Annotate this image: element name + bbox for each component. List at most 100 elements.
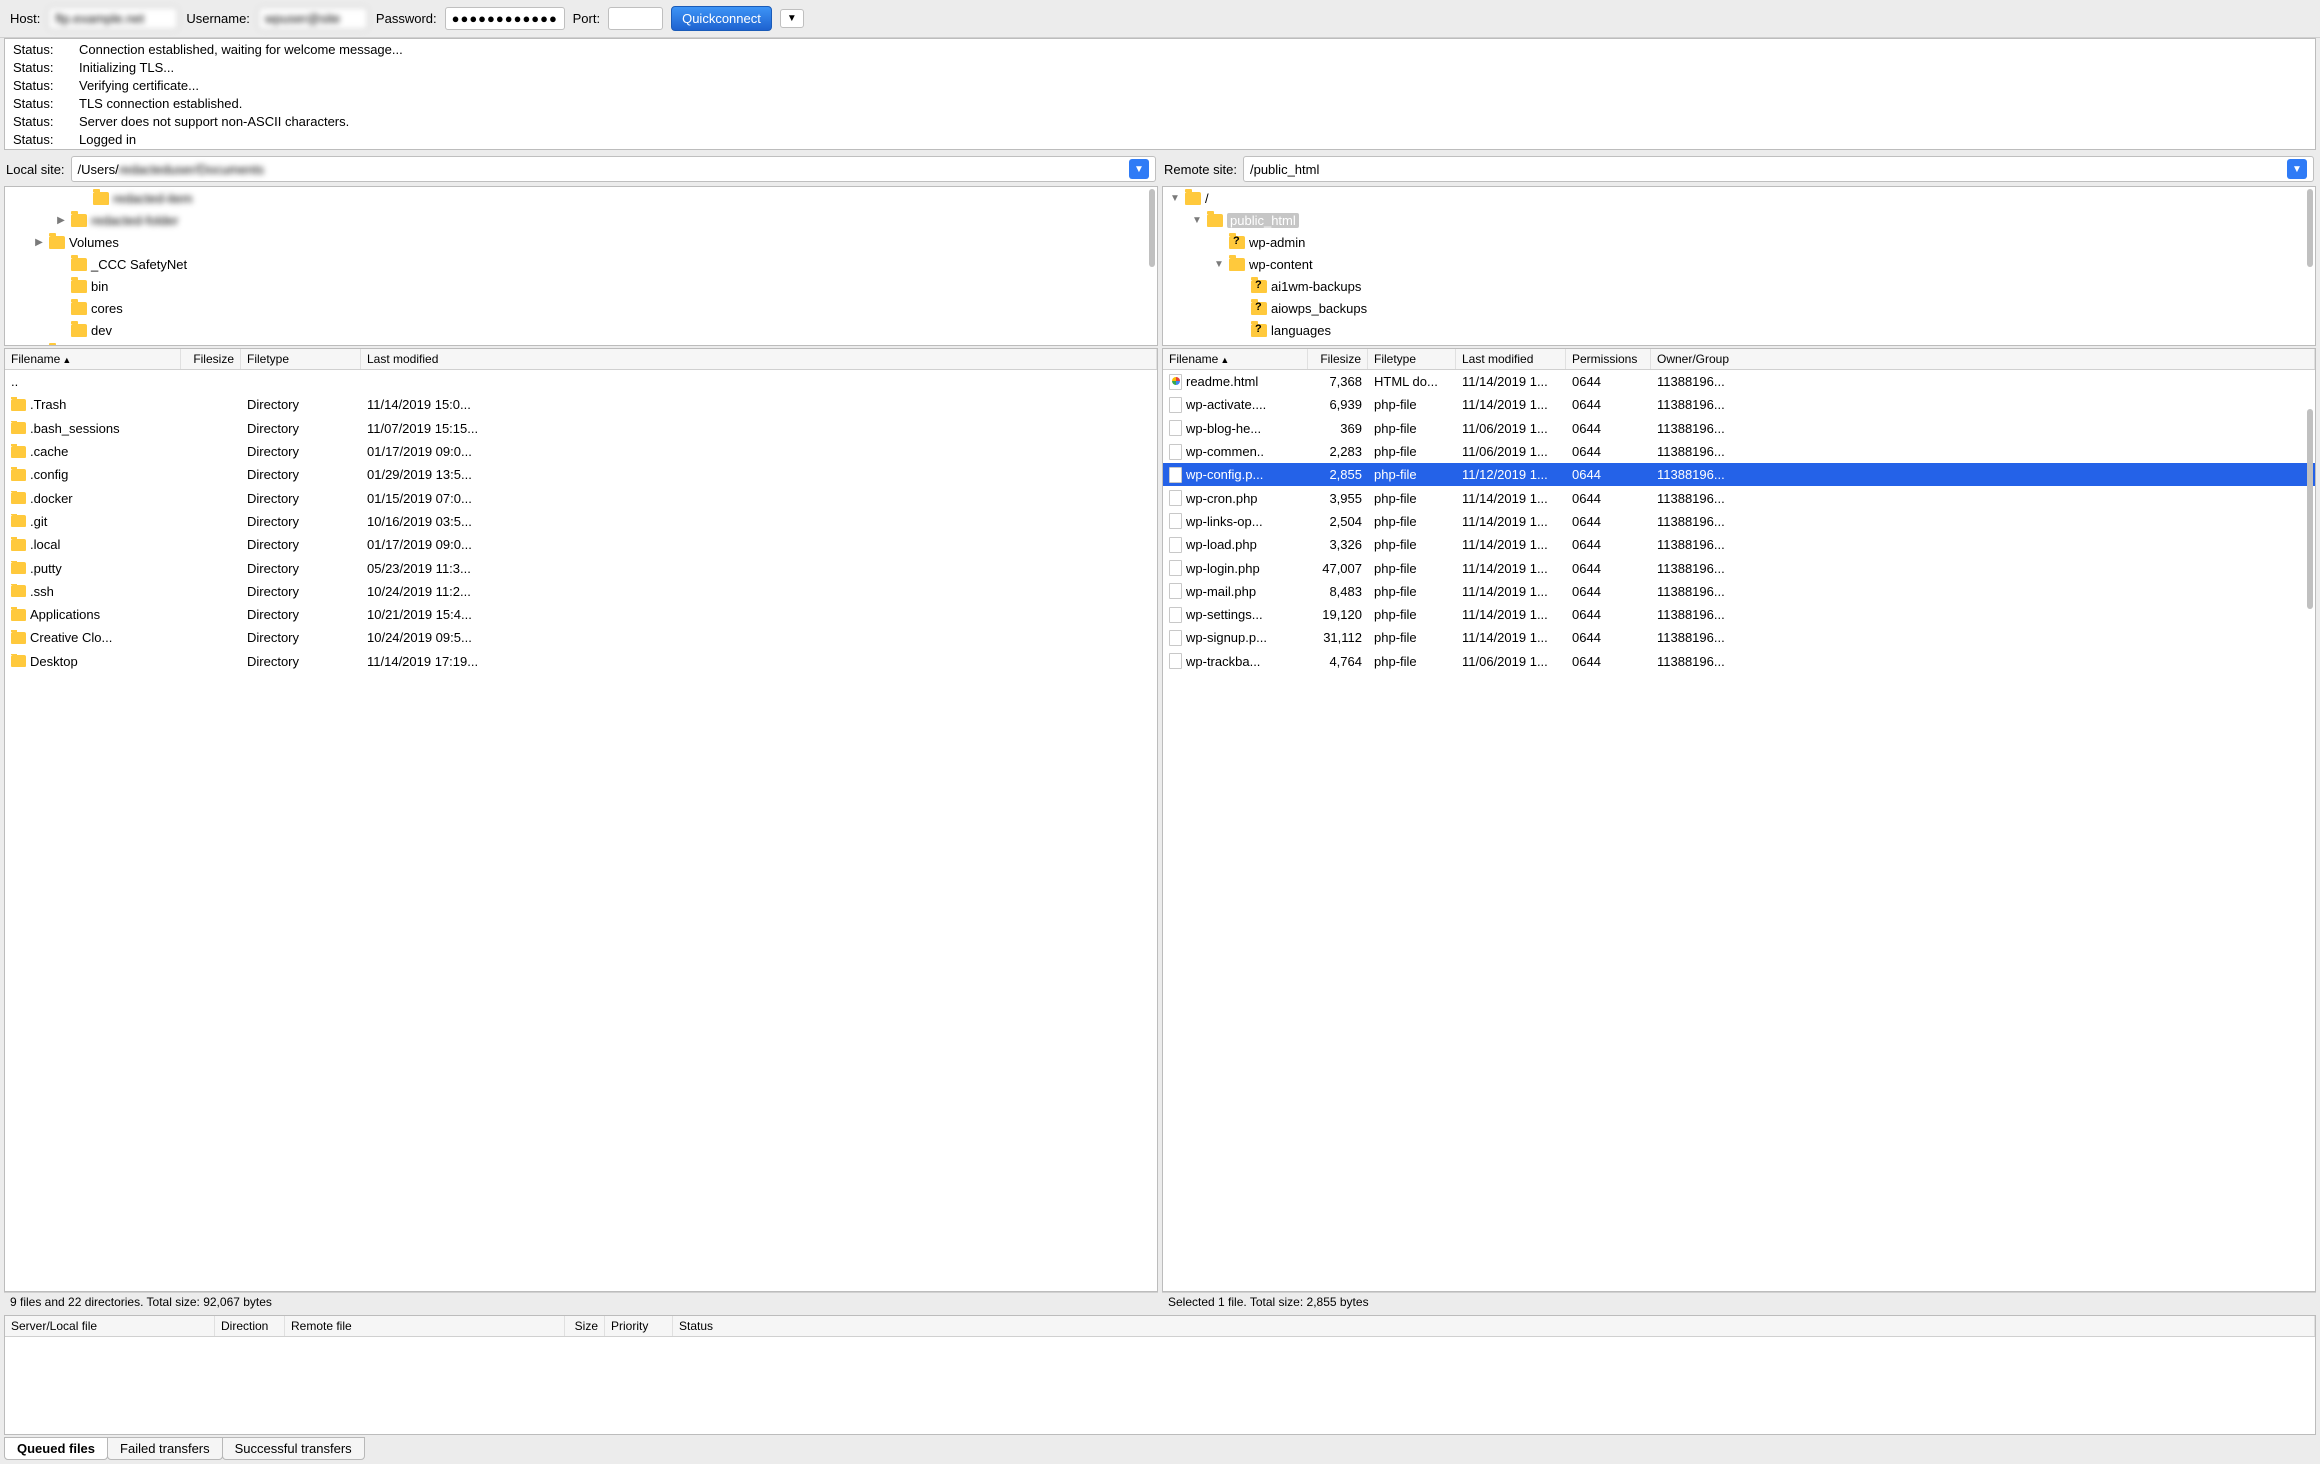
col-filesize[interactable]: Filesize <box>1308 349 1368 369</box>
file-row[interactable]: .puttyDirectory05/23/2019 11:3... <box>5 556 1157 579</box>
disclosure-triangle-icon[interactable] <box>55 324 67 336</box>
file-row[interactable]: readme.html7,368HTML do...11/14/2019 1..… <box>1163 370 2315 393</box>
tab-queued-files[interactable]: Queued files <box>4 1437 108 1460</box>
col-size[interactable]: Size <box>565 1316 605 1336</box>
chevron-down-icon[interactable]: ▼ <box>1129 159 1149 179</box>
file-row[interactable]: .cacheDirectory01/17/2019 09:0... <box>5 440 1157 463</box>
tree-item[interactable]: languages <box>1163 319 2315 341</box>
file-row[interactable]: .. <box>5 370 1157 393</box>
scrollbar[interactable] <box>1149 189 1155 267</box>
col-filetype[interactable]: Filetype <box>1368 349 1456 369</box>
disclosure-triangle-icon[interactable] <box>55 302 67 314</box>
file-name: wp-load.php <box>1186 537 1257 552</box>
tree-item[interactable]: redacted-item <box>5 187 1157 209</box>
col-direction[interactable]: Direction <box>215 1316 285 1336</box>
port-input[interactable] <box>608 7 663 30</box>
tree-item[interactable]: ▼wp-content <box>1163 253 2315 275</box>
disclosure-triangle-icon[interactable] <box>77 192 89 204</box>
file-row[interactable]: DesktopDirectory11/14/2019 17:19... <box>5 650 1157 673</box>
file-row[interactable]: wp-login.php47,007php-file11/14/2019 1..… <box>1163 556 2315 579</box>
disclosure-triangle-icon[interactable]: ▶ <box>55 214 67 226</box>
tree-item[interactable]: bin <box>5 275 1157 297</box>
col-remote-file[interactable]: Remote file <box>285 1316 565 1336</box>
local-dir-tree[interactable]: redacted-item▶redacted-folder▶Volumes_CC… <box>4 186 1158 346</box>
file-row[interactable]: wp-activate....6,939php-file11/14/2019 1… <box>1163 393 2315 416</box>
file-row[interactable]: .configDirectory01/29/2019 13:5... <box>5 463 1157 486</box>
col-server-local[interactable]: Server/Local file <box>5 1316 215 1336</box>
file-row[interactable]: .TrashDirectory11/14/2019 15:0... <box>5 393 1157 416</box>
file-row[interactable]: wp-settings...19,120php-file11/14/2019 1… <box>1163 603 2315 626</box>
quickconnect-button[interactable]: Quickconnect <box>671 6 772 31</box>
file-row[interactable]: wp-trackba...4,764php-file11/06/2019 1..… <box>1163 650 2315 673</box>
local-path-combo[interactable]: /Users/redacteduser/Documents ▼ <box>71 156 1156 182</box>
tab-successful-transfers[interactable]: Successful transfers <box>222 1437 365 1460</box>
tree-item[interactable]: ▼/ <box>1163 187 2315 209</box>
col-permissions[interactable]: Permissions <box>1566 349 1651 369</box>
username-input[interactable] <box>258 7 368 30</box>
file-row[interactable]: wp-load.php3,326php-file11/14/2019 1...0… <box>1163 533 2315 556</box>
connection-bar: Host: Username: Password: Port: Quickcon… <box>0 0 2320 38</box>
file-type: Directory <box>241 514 361 529</box>
local-file-list[interactable]: Filename▲ Filesize Filetype Last modifie… <box>4 348 1158 1292</box>
file-row[interactable]: .sshDirectory10/24/2019 11:2... <box>5 580 1157 603</box>
tree-item[interactable]: ▶Volumes <box>5 231 1157 253</box>
disclosure-triangle-icon[interactable] <box>1235 302 1247 314</box>
tree-item[interactable]: ▶etc <box>5 341 1157 346</box>
tree-item[interactable]: cores <box>5 297 1157 319</box>
disclosure-triangle-icon[interactable]: ▼ <box>1191 214 1203 226</box>
tree-item[interactable]: ▼public_html <box>1163 209 2315 231</box>
scrollbar[interactable] <box>2307 189 2313 267</box>
col-ownergroup[interactable]: Owner/Group <box>1651 349 2315 369</box>
file-row[interactable]: .gitDirectory10/16/2019 03:5... <box>5 510 1157 533</box>
col-filetype[interactable]: Filetype <box>241 349 361 369</box>
disclosure-triangle-icon[interactable] <box>1235 280 1247 292</box>
remote-dir-tree[interactable]: ▼/▼public_htmlwp-admin▼wp-contentai1wm-b… <box>1162 186 2316 346</box>
tree-item[interactable]: _CCC SafetyNet <box>5 253 1157 275</box>
file-permissions: 0644 <box>1566 584 1651 599</box>
file-row[interactable]: wp-cron.php3,955php-file11/14/2019 1...0… <box>1163 486 2315 509</box>
host-label: Host: <box>10 11 40 26</box>
col-filename[interactable]: Filename▲ <box>1163 349 1308 369</box>
file-row[interactable]: Creative Clo...Directory10/24/2019 09:5.… <box>5 626 1157 649</box>
password-input[interactable] <box>445 7 565 30</box>
tree-item[interactable]: wp-admin <box>1163 231 2315 253</box>
col-priority[interactable]: Priority <box>605 1316 673 1336</box>
col-filesize[interactable]: Filesize <box>181 349 241 369</box>
file-row[interactable]: wp-signup.p...31,112php-file11/14/2019 1… <box>1163 626 2315 649</box>
file-row[interactable]: ApplicationsDirectory10/21/2019 15:4... <box>5 603 1157 626</box>
tree-item[interactable]: ai1wm-backups <box>1163 275 2315 297</box>
disclosure-triangle-icon[interactable]: ▼ <box>1169 192 1181 204</box>
tree-item[interactable]: dev <box>5 319 1157 341</box>
disclosure-triangle-icon[interactable]: ▼ <box>1213 258 1225 270</box>
file-row[interactable]: .localDirectory01/17/2019 09:0... <box>5 533 1157 556</box>
file-row[interactable]: wp-blog-he...369php-file11/06/2019 1...0… <box>1163 417 2315 440</box>
remote-path-combo[interactable]: ▼ <box>1243 156 2314 182</box>
col-filename[interactable]: Filename▲ <box>5 349 181 369</box>
disclosure-triangle-icon[interactable] <box>55 280 67 292</box>
col-status[interactable]: Status <box>673 1316 2315 1336</box>
remote-file-list[interactable]: Filename▲ Filesize Filetype Last modifie… <box>1162 348 2316 1292</box>
host-input[interactable] <box>48 7 178 30</box>
file-row[interactable]: .bash_sessionsDirectory11/07/2019 15:15.… <box>5 417 1157 440</box>
quickconnect-dropdown[interactable]: ▼ <box>780 9 804 28</box>
log-message: Connection established, waiting for welc… <box>79 41 403 59</box>
file-row[interactable]: wp-config.p...2,855php-file11/12/2019 1.… <box>1163 463 2315 486</box>
file-row[interactable]: .dockerDirectory01/15/2019 07:0... <box>5 486 1157 509</box>
tree-item[interactable]: aiowps_backups <box>1163 297 2315 319</box>
transfer-queue[interactable]: Server/Local file Direction Remote file … <box>4 1315 2316 1435</box>
tab-failed-transfers[interactable]: Failed transfers <box>107 1437 223 1460</box>
file-row[interactable]: wp-commen..2,283php-file11/06/2019 1...0… <box>1163 440 2315 463</box>
tree-item[interactable]: ▶redacted-folder <box>5 209 1157 231</box>
col-lastmodified[interactable]: Last modified <box>1456 349 1566 369</box>
chevron-down-icon[interactable]: ▼ <box>2287 159 2307 179</box>
file-row[interactable]: wp-links-op...2,504php-file11/14/2019 1.… <box>1163 510 2315 533</box>
folder-icon <box>49 236 65 249</box>
col-lastmodified[interactable]: Last modified <box>361 349 1157 369</box>
disclosure-triangle-icon[interactable] <box>1235 324 1247 336</box>
file-row[interactable]: wp-mail.php8,483php-file11/14/2019 1...0… <box>1163 580 2315 603</box>
scrollbar[interactable] <box>2307 409 2313 609</box>
disclosure-triangle-icon[interactable] <box>55 258 67 270</box>
disclosure-triangle-icon[interactable] <box>1213 236 1225 248</box>
message-log[interactable]: Status:Connection established, waiting f… <box>4 38 2316 150</box>
disclosure-triangle-icon[interactable]: ▶ <box>33 236 45 248</box>
